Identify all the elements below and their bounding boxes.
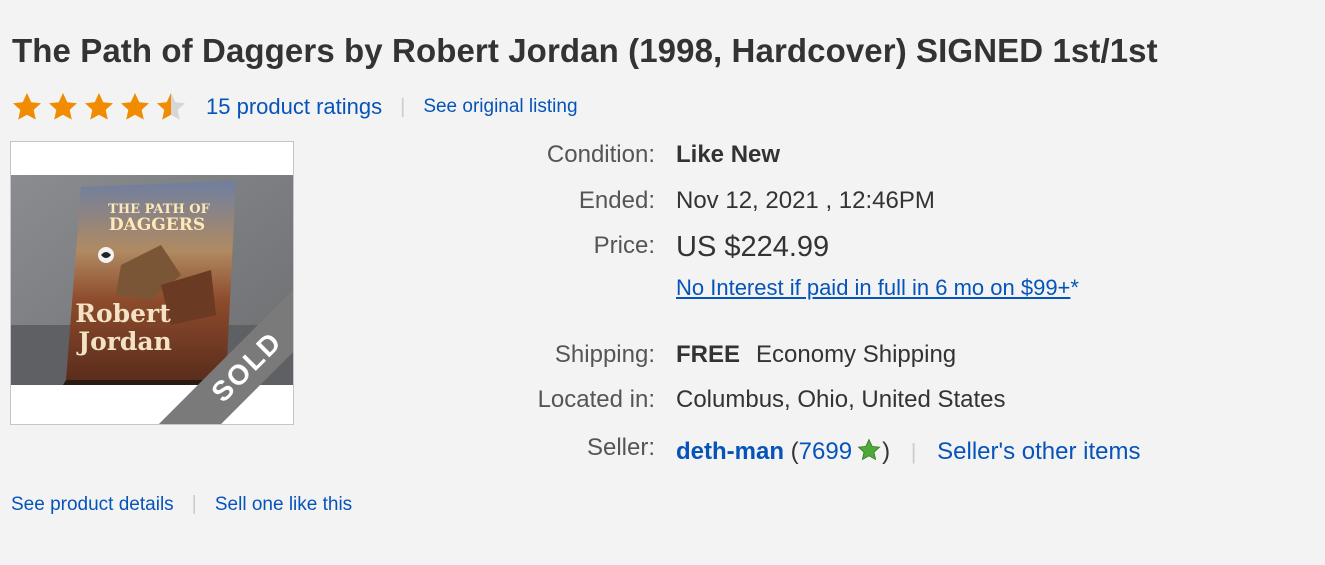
feedback-open: ( <box>790 438 799 465</box>
item-title: The Path of Daggers by Robert Jordan (19… <box>12 32 1158 69</box>
seller-feedback-count[interactable]: 7699 <box>799 438 852 465</box>
feedback-close: ) <box>882 438 891 465</box>
located-label: Located in: <box>537 386 655 413</box>
promo-asterisk: * <box>1070 275 1079 300</box>
sell-one-like-this-link[interactable]: Sell one like this <box>215 494 352 516</box>
divider: | <box>400 95 406 118</box>
cover-title-2: DAGGERS <box>109 215 205 235</box>
half-star-icon <box>157 93 185 120</box>
shipping-label: Shipping: <box>554 341 655 368</box>
shipping-method: Economy Shipping <box>756 341 957 368</box>
seller-label: Seller: <box>586 434 655 461</box>
price-value: US $224.99 <box>676 231 830 263</box>
located-value: Columbus, Ohio, United States <box>676 386 1006 413</box>
condition-value: Like New <box>676 141 781 168</box>
star-icon <box>85 93 113 120</box>
green-star-icon <box>857 438 881 461</box>
shipping-free: FREE <box>676 341 741 368</box>
price-label: Price: <box>593 232 655 259</box>
product-ratings-link[interactable]: 15 product ratings <box>206 94 382 120</box>
ended-value: Nov 12, 2021 , 12:46PM <box>676 187 935 214</box>
star-icon <box>49 93 77 120</box>
condition-label: Condition: <box>546 141 655 168</box>
cover-author-1: Robert <box>75 299 171 328</box>
divider: | <box>910 439 917 464</box>
shipping-value: FREE Economy Shipping <box>676 341 956 369</box>
star-icon <box>13 93 41 120</box>
ended-label: Ended: <box>578 187 655 214</box>
see-product-details-link[interactable]: See product details <box>11 494 174 516</box>
seller-other-items-link[interactable]: Seller's other items <box>937 438 1140 465</box>
seller-info: deth-man (7699) | Seller's other items <box>676 438 1140 466</box>
see-original-listing-link[interactable]: See original listing <box>423 96 577 118</box>
star-rating[interactable] <box>10 91 190 123</box>
seller-name-link[interactable]: deth-man <box>676 438 784 465</box>
cover-author-2: Jordan <box>76 327 172 356</box>
divider: | <box>191 493 197 515</box>
product-image-box[interactable]: THE PATH OF DAGGERS Robert Jordan SOLD <box>10 141 294 425</box>
rating-row: 15 product ratings | See original listin… <box>10 90 578 124</box>
listing-page: The Path of Daggers by Robert Jordan (19… <box>0 0 1325 565</box>
bottom-links: See product details | Sell one like this <box>11 493 352 516</box>
financing-promo-link[interactable]: No Interest if paid in full in 6 mo on $… <box>676 275 1079 301</box>
star-icon <box>121 93 149 120</box>
